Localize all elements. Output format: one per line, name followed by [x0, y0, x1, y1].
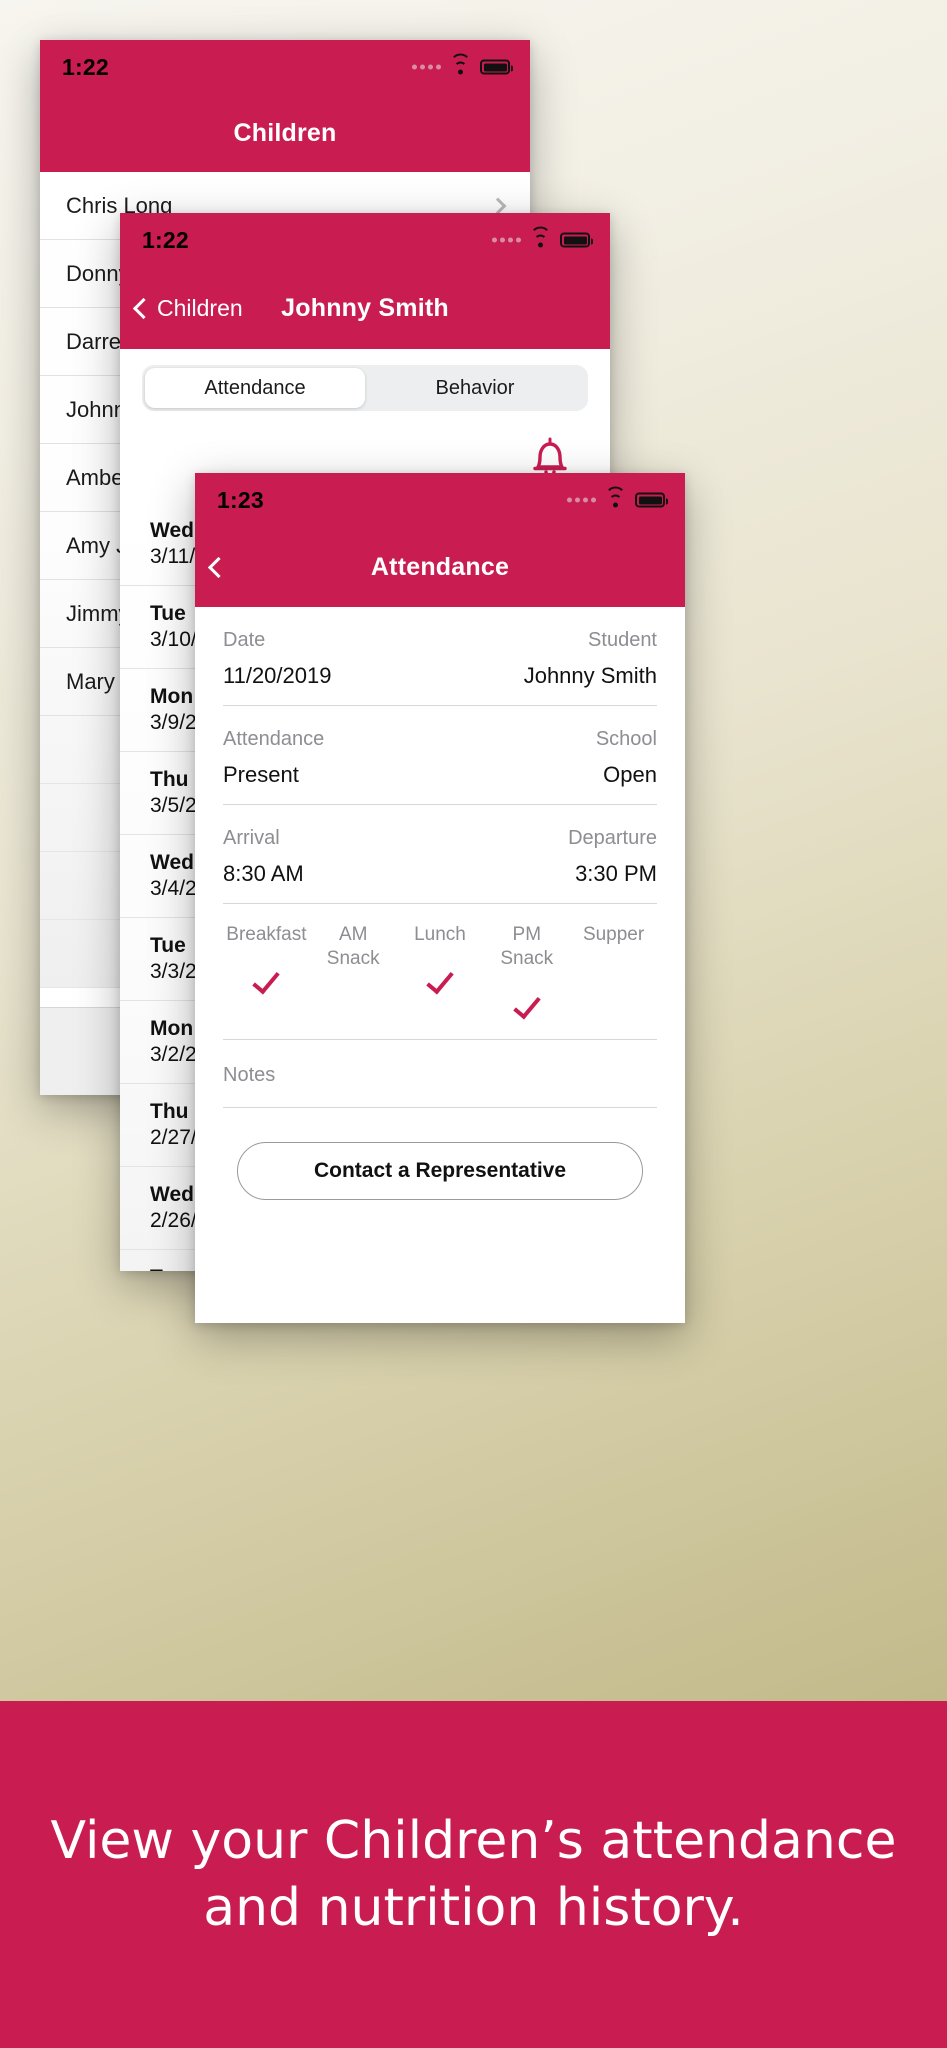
check-icon	[252, 965, 281, 995]
cta-wrap: Contact a Representative	[223, 1108, 657, 1200]
back-button-label: Children	[157, 294, 243, 321]
field-value: 11/20/2019	[223, 663, 332, 688]
meal-label: PM	[512, 924, 542, 945]
nav-bar: Attendance	[195, 527, 685, 607]
page-title: Attendance	[370, 552, 510, 581]
notes-label: Notes	[223, 1063, 276, 1086]
detail-right: School Open	[596, 728, 657, 788]
detail-left: Arrival 8:30 AM	[223, 827, 304, 887]
field-label: Date	[223, 629, 266, 651]
meal-label-2: Snack	[326, 948, 380, 970]
meal-label: AM	[338, 924, 368, 945]
detail-left: Attendance Present	[223, 728, 324, 788]
wifi-icon	[450, 53, 471, 75]
segmented-control: Attendance Behavior	[142, 365, 588, 411]
status-bar: 1:22	[120, 213, 610, 267]
chevron-left-icon	[132, 297, 155, 319]
tab-behavior[interactable]: Behavior	[365, 368, 585, 408]
status-clock: 1:22	[142, 226, 189, 253]
meal-breakfast: Breakfast	[223, 924, 310, 1025]
status-clock: 1:22	[62, 53, 109, 80]
detail-right: Student Johnny Smith	[524, 629, 657, 689]
detail-row-attendance: Attendance Present School Open	[223, 706, 657, 805]
battery-icon	[560, 232, 593, 248]
field-label: Arrival	[223, 827, 280, 849]
promo-banner: View your Children’s attendance and nutr…	[0, 1701, 947, 2048]
chevron-left-icon	[207, 556, 230, 578]
meal-supper: Supper	[570, 924, 657, 1025]
page-title: Johnny Smith	[281, 293, 449, 322]
signal-dots-icon	[412, 64, 441, 70]
wifi-icon	[530, 226, 551, 248]
meal-am-snack: AM Snack	[310, 924, 397, 1025]
signal-dots-icon	[567, 497, 596, 503]
field-value: Open	[603, 762, 657, 787]
meal-label: Lunch	[414, 924, 466, 945]
detail-row-date: Date 11/20/2019 Student Johnny Smith	[223, 607, 657, 706]
signal-dots-icon	[492, 237, 521, 243]
meal-check-slot	[426, 960, 454, 1000]
wifi-icon	[605, 486, 626, 508]
chevron-right-icon	[489, 197, 507, 214]
field-label: School	[595, 728, 657, 750]
status-bar: 1:22	[40, 40, 530, 94]
field-value: 3:30 PM	[575, 861, 657, 886]
status-clock: 1:23	[217, 486, 264, 513]
status-bar: 1:23	[195, 473, 685, 527]
meal-label: Supper	[582, 924, 645, 945]
meal-pm-snack: PM Snack	[483, 924, 570, 1025]
status-icons	[412, 53, 513, 75]
detail-left: Date 11/20/2019	[223, 629, 331, 689]
field-value: 8:30 AM	[223, 861, 304, 886]
page-title: Children	[233, 118, 337, 147]
segmented-control-wrap: Attendance Behavior	[120, 349, 610, 425]
promo-screenshot-stage: 1:22 Children Chris Long Donny Mass Darr…	[0, 0, 947, 2048]
meal-lunch: Lunch	[397, 924, 484, 1025]
check-icon	[513, 990, 541, 1020]
meal-check-slot	[513, 985, 541, 1025]
promo-banner-text: View your Children’s attendance and nutr…	[50, 1810, 897, 1938]
field-label: Departure	[568, 827, 657, 849]
meals-grid: Breakfast AM Snack Lunch PM Snack Supper	[223, 924, 657, 1025]
back-button[interactable]: Children	[132, 294, 243, 322]
field-label: Attendance	[223, 728, 325, 750]
status-icons	[567, 486, 668, 508]
nav-bar: Children	[40, 94, 530, 172]
meal-label-2: Snack	[500, 948, 554, 970]
battery-icon	[480, 59, 513, 75]
meal-check-slot	[252, 960, 281, 1000]
meal-label: Breakfast	[226, 924, 307, 945]
status-icons	[492, 226, 593, 248]
notes-section: Notes	[223, 1040, 657, 1108]
tab-attendance[interactable]: Attendance	[145, 368, 365, 408]
nav-bar: Children Johnny Smith	[120, 267, 610, 349]
phone-attendance-detail: 1:23 Attendance Date 11/20/2019 Student	[195, 473, 685, 1323]
meals-section: Breakfast AM Snack Lunch PM Snack Supper	[223, 904, 657, 1040]
field-label: Student	[588, 629, 657, 651]
detail-right: Departure 3:30 PM	[568, 827, 657, 887]
field-value: Johnny Smith	[523, 663, 657, 688]
detail-row-times: Arrival 8:30 AM Departure 3:30 PM	[223, 805, 657, 904]
contact-representative-button[interactable]: Contact a Representative	[237, 1141, 643, 1200]
battery-icon	[635, 492, 668, 508]
attendance-detail: Date 11/20/2019 Student Johnny Smith Att…	[195, 607, 685, 1200]
back-button[interactable]	[207, 556, 230, 578]
check-icon	[426, 965, 454, 995]
field-value: Present	[223, 762, 299, 787]
